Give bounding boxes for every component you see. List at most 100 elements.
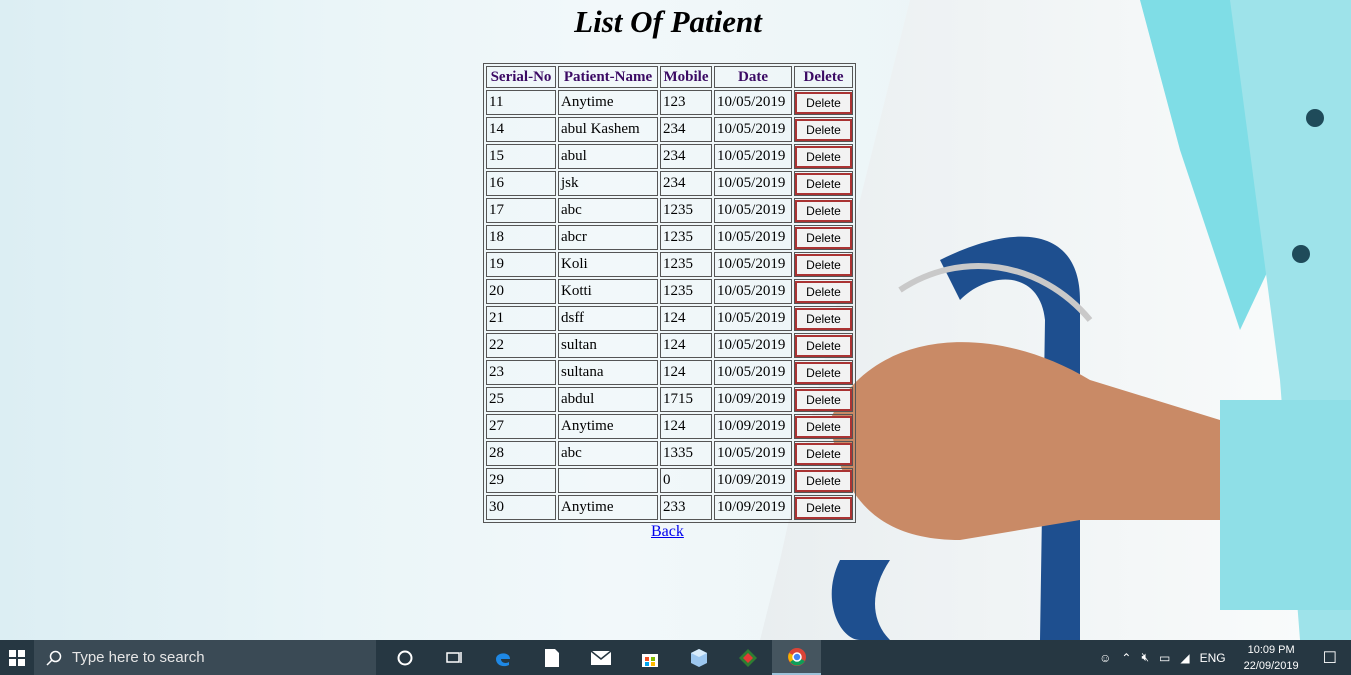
- cell-serial-no: 22: [486, 333, 556, 358]
- cell-date: 10/05/2019: [714, 306, 792, 331]
- table-row: 16 jsk 234 10/05/2019 Delete: [486, 171, 853, 196]
- table-row: 25 abdul 1715 10/09/2019 Delete: [486, 387, 853, 412]
- table-row: 27 Anytime 124 10/09/2019 Delete: [486, 414, 853, 439]
- cell-serial-no: 25: [486, 387, 556, 412]
- cell-patient-name: abcr: [558, 225, 658, 250]
- cell-serial-no: 11: [486, 90, 556, 115]
- chrome-icon[interactable]: [772, 640, 821, 675]
- cell-patient-name: Kotti: [558, 279, 658, 304]
- cell-mobile: 0: [660, 468, 712, 493]
- cell-date: 10/05/2019: [714, 171, 792, 196]
- people-icon[interactable]: ☺: [1099, 651, 1111, 665]
- delete-button[interactable]: Delete: [795, 307, 852, 330]
- battery-icon[interactable]: ▭: [1159, 651, 1170, 665]
- cell-mobile: 124: [660, 306, 712, 331]
- delete-button[interactable]: Delete: [795, 442, 852, 465]
- cell-delete: Delete: [794, 468, 853, 493]
- cell-delete: Delete: [794, 90, 853, 115]
- cell-patient-name: abul Kashem: [558, 117, 658, 142]
- cell-date: 10/05/2019: [714, 198, 792, 223]
- wifi-icon[interactable]: ◢: [1180, 651, 1189, 665]
- cell-patient-name: Anytime: [558, 414, 658, 439]
- cell-mobile: 234: [660, 144, 712, 169]
- cell-delete: Delete: [794, 495, 853, 520]
- file-icon[interactable]: [527, 640, 576, 675]
- start-button[interactable]: [0, 640, 34, 675]
- delete-button[interactable]: Delete: [795, 469, 852, 492]
- cell-patient-name: [558, 468, 658, 493]
- cell-patient-name: abc: [558, 441, 658, 466]
- delete-button[interactable]: Delete: [795, 361, 852, 384]
- delete-button[interactable]: Delete: [795, 226, 852, 249]
- cell-mobile: 1715: [660, 387, 712, 412]
- delete-button[interactable]: Delete: [795, 334, 852, 357]
- cell-patient-name: jsk: [558, 171, 658, 196]
- page-title: List Of Patient: [574, 4, 762, 39]
- header-patient-name: Patient-Name: [558, 66, 658, 88]
- cell-mobile: 234: [660, 171, 712, 196]
- taskbar-app-icons: [380, 640, 821, 675]
- clock-date: 22/09/2019: [1243, 659, 1299, 672]
- cell-delete: Delete: [794, 306, 853, 331]
- cell-patient-name: dsff: [558, 306, 658, 331]
- header-date: Date: [714, 66, 792, 88]
- cell-serial-no: 28: [486, 441, 556, 466]
- delete-button[interactable]: Delete: [795, 91, 852, 114]
- search-placeholder: Type here to search: [72, 649, 205, 666]
- cell-patient-name: Koli: [558, 252, 658, 277]
- cell-serial-no: 18: [486, 225, 556, 250]
- table-row: 18 abcr 1235 10/05/2019 Delete: [486, 225, 853, 250]
- cell-serial-no: 23: [486, 360, 556, 385]
- cell-serial-no: 27: [486, 414, 556, 439]
- cell-patient-name: sultana: [558, 360, 658, 385]
- clock[interactable]: 10:09 PM 22/09/2019: [1244, 642, 1299, 674]
- 3d-box-icon[interactable]: [674, 640, 723, 675]
- cell-delete: Delete: [794, 279, 853, 304]
- cell-mobile: 233: [660, 495, 712, 520]
- table-row: 29 0 10/09/2019 Delete: [486, 468, 853, 493]
- language-indicator[interactable]: ENG: [1200, 651, 1226, 665]
- delete-button[interactable]: Delete: [795, 253, 852, 276]
- notification-icon[interactable]: ☐: [1323, 648, 1337, 668]
- cell-patient-name: abc: [558, 198, 658, 223]
- cell-patient-name: abdul: [558, 387, 658, 412]
- delete-button[interactable]: Delete: [795, 388, 852, 411]
- back-link[interactable]: Back: [651, 523, 684, 541]
- delete-button[interactable]: Delete: [795, 172, 852, 195]
- app-icon[interactable]: [723, 640, 772, 675]
- search-icon: [46, 650, 62, 666]
- cell-serial-no: 16: [486, 171, 556, 196]
- cell-delete: Delete: [794, 252, 853, 277]
- task-view-icon[interactable]: [429, 640, 478, 675]
- cell-date: 10/05/2019: [714, 90, 792, 115]
- cortana-icon[interactable]: [380, 640, 429, 675]
- delete-button[interactable]: Delete: [795, 496, 852, 519]
- header-mobile: Mobile: [660, 66, 712, 88]
- store-icon[interactable]: [625, 640, 674, 675]
- delete-button[interactable]: Delete: [795, 280, 852, 303]
- mail-icon[interactable]: [576, 640, 625, 675]
- table-row: 21 dsff 124 10/05/2019 Delete: [486, 306, 853, 331]
- table-row: 30 Anytime 233 10/09/2019 Delete: [486, 495, 853, 520]
- delete-button[interactable]: Delete: [795, 118, 852, 141]
- edge-icon[interactable]: [478, 640, 527, 675]
- windows-taskbar: Type here to search ☺ ⌃ 🔇︎ ▭ ◢ ENG 10:09…: [0, 640, 1351, 675]
- volume-muted-icon[interactable]: 🔇︎: [1141, 650, 1149, 665]
- cell-mobile: 123: [660, 90, 712, 115]
- cell-delete: Delete: [794, 360, 853, 385]
- cell-date: 10/05/2019: [714, 225, 792, 250]
- chevron-up-icon[interactable]: ⌃: [1121, 651, 1131, 665]
- cell-patient-name: Anytime: [558, 495, 658, 520]
- cell-serial-no: 29: [486, 468, 556, 493]
- delete-button[interactable]: Delete: [795, 415, 852, 438]
- cell-delete: Delete: [794, 171, 853, 196]
- cell-serial-no: 30: [486, 495, 556, 520]
- delete-button[interactable]: Delete: [795, 199, 852, 222]
- table-row: 19 Koli 1235 10/05/2019 Delete: [486, 252, 853, 277]
- cell-delete: Delete: [794, 333, 853, 358]
- delete-button[interactable]: Delete: [795, 145, 852, 168]
- taskbar-search-input[interactable]: Type here to search: [34, 640, 376, 675]
- cell-serial-no: 21: [486, 306, 556, 331]
- cell-serial-no: 15: [486, 144, 556, 169]
- table-row: 17 abc 1235 10/05/2019 Delete: [486, 198, 853, 223]
